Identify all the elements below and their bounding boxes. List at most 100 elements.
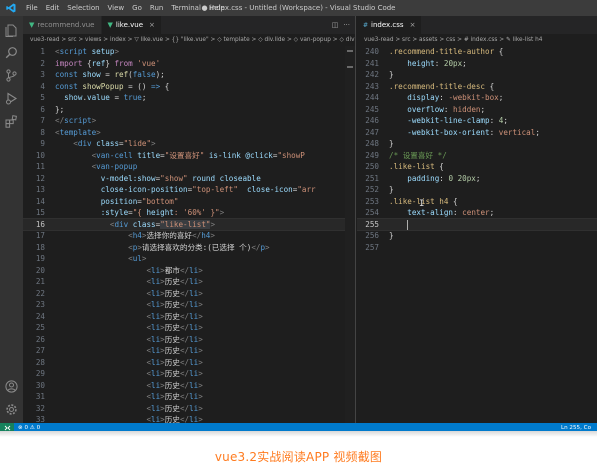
code-line[interactable]: 247 -webkit-box-orient: vertical;: [357, 127, 597, 139]
tab-like-vue[interactable]: ▼ like.vue ×: [101, 16, 162, 34]
code-line[interactable]: 28 <li>历史</li>: [23, 357, 355, 369]
code-line[interactable]: 30 <li>历史</li>: [23, 380, 355, 392]
code-line[interactable]: 14 position="bottom": [23, 196, 355, 208]
breadcrumb[interactable]: vue3-read > src > views > index > ▽ like…: [23, 34, 355, 46]
line-number: 25: [35, 323, 45, 332]
settings-gear-icon[interactable]: [5, 401, 18, 415]
code-line[interactable]: 245 overflow: hidden;: [357, 104, 597, 116]
code-token: li: [189, 415, 199, 423]
source-control-icon[interactable]: [5, 67, 18, 82]
code-line[interactable]: 8 <template>: [23, 127, 355, 139]
menu-item-terminal[interactable]: Terminal: [167, 0, 205, 16]
code-line[interactable]: 255: [357, 217, 597, 231]
code-line[interactable]: 248}: [357, 138, 597, 150]
code-line[interactable]: 20 <li>都市</li>: [23, 265, 355, 277]
code-text: <p>请选择喜欢的分类:(已选择 个)</p>: [55, 242, 269, 254]
code-line[interactable]: 22 <li>历史</li>: [23, 288, 355, 300]
menu-item-go[interactable]: Go: [128, 0, 146, 16]
code-line[interactable]: 7 </script>: [23, 115, 355, 127]
code-line[interactable]: 244 display: -webkit-box;: [357, 92, 597, 104]
code-line[interactable]: 29 <li>历史</li>: [23, 368, 355, 380]
code-line[interactable]: 32 <li>历史</li>: [23, 403, 355, 415]
code-line[interactable]: 26 <li>历史</li>: [23, 334, 355, 346]
code-line[interactable]: 10 <van-cell title="设置喜好" is-link @click…: [23, 150, 355, 162]
menu-item-view[interactable]: View: [104, 0, 129, 16]
code-line[interactable]: 246 -webkit-line-clamp: 4;: [357, 115, 597, 127]
more-actions-icon[interactable]: ···: [343, 21, 350, 29]
split-editor-icon[interactable]: ◫: [332, 21, 339, 29]
code-line[interactable]: 3 const show = ref(false);: [23, 69, 355, 81]
code-line[interactable]: 249 /* 设置喜好 */: [357, 150, 597, 162]
code-line[interactable]: 243 .recommend-title-desc {: [357, 81, 597, 93]
code-token: ;: [503, 116, 508, 125]
code-line[interactable]: 250 .like-list {: [357, 161, 597, 173]
run-debug-icon[interactable]: [5, 90, 18, 105]
right-tab-bar: # index.css ×: [357, 16, 597, 34]
menu-item-edit[interactable]: Edit: [42, 0, 64, 16]
code-area[interactable]: 240 .recommend-title-author {241 height: …: [357, 46, 597, 423]
code-line[interactable]: 12 v-model:show="show" round closeable: [23, 173, 355, 185]
search-icon[interactable]: [5, 44, 18, 59]
code-line[interactable]: 21 <li>历史</li>: [23, 276, 355, 288]
code-line[interactable]: 24 <li>历史</li>: [23, 311, 355, 323]
code-text: <li>历史</li>: [55, 311, 203, 323]
code-line[interactable]: 253 .like-list h4 {: [357, 196, 597, 208]
tab-recommend-vue[interactable]: ▼ recommend.vue: [23, 16, 102, 34]
code-line[interactable]: 240 .recommend-title-author {: [357, 46, 597, 58]
code-line[interactable]: 252}: [357, 184, 597, 196]
code-line[interactable]: 17 <h4>选择你的喜好</h4>: [23, 230, 355, 242]
code-line[interactable]: 15 :style="{ height: '60%' }">: [23, 207, 355, 219]
explorer-icon[interactable]: [5, 22, 18, 37]
breadcrumb[interactable]: vue3-read > src > assets > css > # index…: [357, 34, 597, 46]
code-token: >: [198, 311, 203, 321]
code-token: center: [462, 208, 490, 217]
code-line[interactable]: 33 <li>历史</li>: [23, 414, 355, 423]
code-token: .recommend-title-desc: [389, 81, 486, 91]
menu-item-selection[interactable]: Selection: [63, 0, 103, 16]
vue-file-icon: ▼: [107, 21, 113, 29]
menu-item-run[interactable]: Run: [146, 0, 167, 16]
code-line[interactable]: 5 show.value = true;: [23, 92, 355, 104]
code-token: </: [179, 300, 190, 309]
code-line[interactable]: 23 <li>历史</li>: [23, 299, 355, 311]
line-number: 32: [35, 403, 45, 413]
code-line[interactable]: 16 <div class="like-list">: [23, 217, 355, 231]
code-line[interactable]: 241 height: 20px;: [357, 58, 597, 70]
close-tab-icon[interactable]: ×: [149, 21, 155, 29]
code-text: <li>历史</li>: [55, 414, 203, 423]
code-line[interactable]: 9 <div class="lide">: [23, 138, 355, 150]
code-line[interactable]: 31 <li>历史</li>: [23, 391, 355, 403]
extensions-icon[interactable]: [5, 113, 18, 128]
code-text: <li>历史</li>: [55, 322, 202, 334]
code-text: <h4>选择你的喜好</h4>: [55, 230, 215, 242]
tab-index-css[interactable]: # index.css ×: [357, 16, 423, 34]
code-token: ;: [475, 173, 481, 183]
code-line[interactable]: 4 const showPopup = () => {: [23, 81, 355, 93]
code-line[interactable]: 242}: [357, 69, 597, 81]
code-line[interactable]: 19 <ul>: [23, 253, 355, 265]
code-line[interactable]: 18 <p>请选择喜欢的分类:(已选择 个)</p>: [23, 242, 355, 254]
vertical-scrollbar[interactable]: [345, 46, 355, 423]
code-line[interactable]: 1 <script setup>: [23, 46, 355, 58]
code-token: >: [198, 415, 203, 423]
close-tab-icon[interactable]: ×: [410, 21, 416, 29]
code-line[interactable]: 25 <li>历史</li>: [23, 322, 355, 334]
code-text: v-model:show="show" round closeable: [55, 173, 261, 185]
menu-item-file[interactable]: File: [22, 0, 42, 16]
code-token: 历史: [164, 323, 180, 332]
code-area[interactable]: 1 <script setup> 2 import {ref} from 'vue' 3…: [23, 46, 355, 423]
account-icon[interactable]: [5, 378, 18, 393]
code-line[interactable]: 11 <van-popup: [23, 161, 355, 173]
code-line[interactable]: 27 <li>历史</li>: [23, 345, 355, 357]
menu-item-help[interactable]: Help: [205, 0, 229, 16]
code-line[interactable]: 6};: [23, 104, 355, 116]
code-line[interactable]: 256}: [357, 230, 597, 242]
code-line[interactable]: 13 close-icon-position="top-left" close-…: [23, 184, 355, 196]
code-line[interactable]: 251 padding: 0 20px;: [357, 173, 597, 185]
code-token: ref: [114, 70, 129, 79]
code-line[interactable]: 254 text-align: center;: [357, 207, 597, 219]
code-line[interactable]: 2 import {ref} from 'vue': [23, 58, 355, 70]
code-line[interactable]: 257: [357, 242, 597, 254]
